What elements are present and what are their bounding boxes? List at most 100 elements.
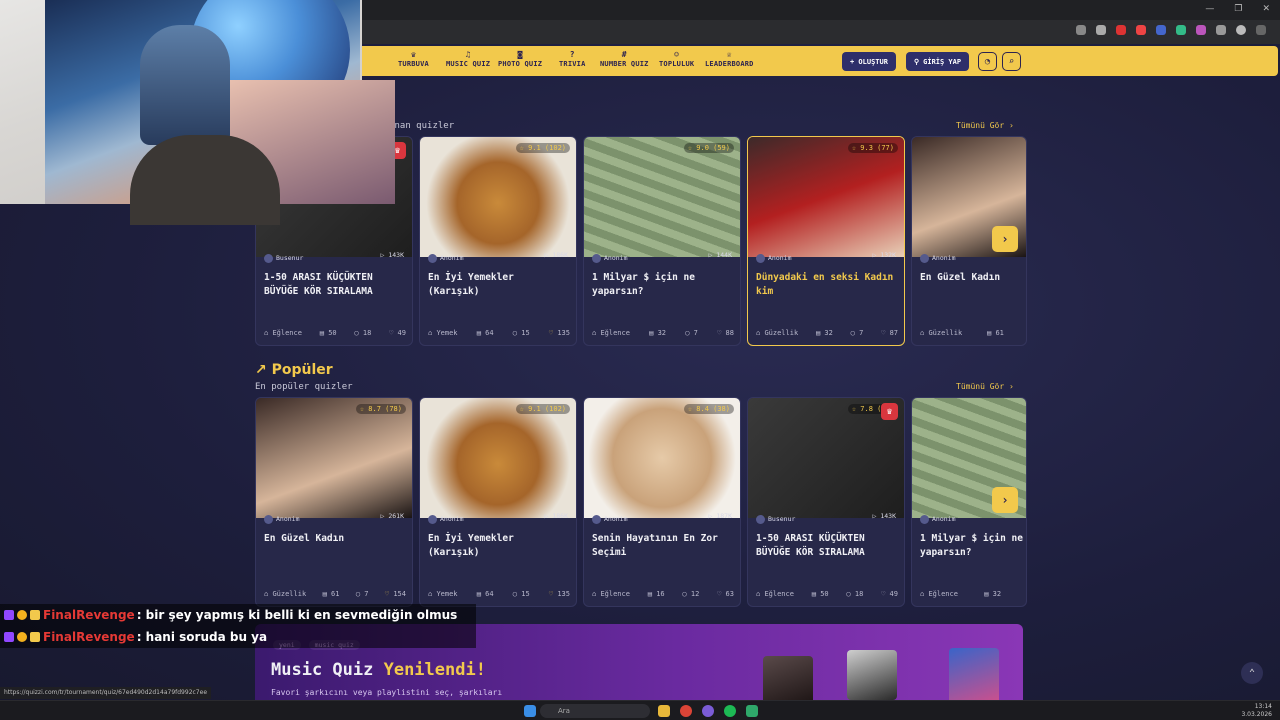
like-count: ♡ 154 <box>384 590 406 598</box>
question-count: ▤ 32 <box>984 590 1002 598</box>
users-icon: ☺ <box>674 50 680 59</box>
badge-icon <box>17 632 27 642</box>
card-stats: ⌂ Yemek ▤ 64 ◯ 15 ♡ 135 <box>428 590 570 598</box>
card-meta: Anonim ▷ 186K <box>420 251 576 265</box>
quiz-title[interactable]: En Güzel Kadın <box>264 532 406 546</box>
close-icon[interactable]: ✕ <box>1262 4 1270 14</box>
list-icon: ▤ <box>476 329 486 337</box>
scroll-to-top-button[interactable]: ⌃ <box>1241 662 1263 684</box>
play-count: ▷ 144K <box>708 251 732 259</box>
quiz-card[interactable]: ☆ 8.7 (78) Anonim ▷ 261K En Güzel Kadın … <box>255 397 413 607</box>
carousel-next-button[interactable]: › <box>992 226 1018 252</box>
nav-leaderboard[interactable]: ♕ LEADERBOARD <box>705 50 754 68</box>
quiz-title[interactable]: 1-50 ARASI KÜÇÜKTEN BÜYÜĞE KÖR SIRALAMA <box>264 271 406 299</box>
album-cover-image <box>949 648 999 700</box>
chrome-icon[interactable] <box>680 705 692 717</box>
see-all-link[interactable]: Tümünü Gör › <box>956 121 1014 130</box>
app-icon[interactable] <box>702 705 714 717</box>
see-all-link[interactable]: Tümünü Gör › <box>956 382 1014 391</box>
like-count: ♡ 87 <box>881 329 898 337</box>
badge-icon <box>30 632 40 642</box>
login-button[interactable]: ⚲ GİRİŞ YAP <box>906 52 970 71</box>
extension-icon[interactable] <box>1216 25 1226 35</box>
extension-icon[interactable] <box>1116 25 1126 35</box>
menu-icon[interactable] <box>1256 25 1266 35</box>
music-icon: ♫ <box>465 50 471 59</box>
notification-bell-icon[interactable]: ◔ <box>978 52 997 71</box>
quiz-card[interactable]: ☆ 9.1 (102) Anonim ▷ 186K En İyi Yemekle… <box>419 136 577 346</box>
card-stats: ⌂ Eğlence ▤ 50 ◯ 18 ♡ 49 <box>756 590 898 598</box>
quiz-card[interactable]: ☆ 9.1 (102) Anonim ▷ 186K En İyi Yemekle… <box>419 397 577 607</box>
minimize-icon[interactable]: — <box>1205 4 1214 14</box>
play-count: ▷ 143K <box>872 512 896 520</box>
crown-icon: ♕ <box>726 50 732 59</box>
quiz-title[interactable]: En Güzel Kadın <box>920 271 1026 285</box>
nav-trivia[interactable]: ? TRIVIA <box>559 50 586 68</box>
card-stats: ⌂ Eğlence ▤ 16 ◯ 12 ♡ 63 <box>592 590 734 598</box>
app-icon[interactable] <box>746 705 758 717</box>
extension-icon[interactable] <box>1136 25 1146 35</box>
quiz-card[interactable]: ☆ 9.0 (59) Anonim ▷ 144K 1 Milyar $ için… <box>583 136 741 346</box>
play-count: ▷ 186K <box>544 512 568 520</box>
search-icon[interactable]: ⌕ <box>1002 52 1021 71</box>
chat-text: : hani soruda bu ya <box>136 630 268 644</box>
category-label: ⌂ Güzellik <box>756 329 799 337</box>
badge-icon <box>4 632 14 642</box>
play-count: ▷ 186K <box>544 251 568 259</box>
quiz-card[interactable]: ☆ 9.3 (77) Anonim ▷ 132K Dünyadaki en se… <box>747 136 905 346</box>
carousel-next-button[interactable]: › <box>992 487 1018 513</box>
create-button[interactable]: + OLUŞTUR <box>842 52 896 71</box>
category-label: ⌂ Eğlence <box>592 590 630 598</box>
extension-icon[interactable] <box>1096 25 1106 35</box>
comment-icon: ◯ <box>685 329 694 337</box>
nav-topluluk[interactable]: ☺ TOPLULUK <box>659 50 694 68</box>
play-count: ▷ 187K <box>708 512 732 520</box>
extension-icon[interactable] <box>1176 25 1186 35</box>
nav-number-quiz[interactable]: # NUMBER QUIZ <box>600 50 649 68</box>
nav-photo-quiz[interactable]: ◙ PHOTO QUIZ <box>498 50 542 68</box>
comment-icon: ◯ <box>850 329 860 337</box>
avatar <box>920 514 929 524</box>
play-count: ▷ 132K <box>872 251 896 259</box>
user-icon: ⚲ <box>914 57 920 66</box>
avatar <box>264 514 273 524</box>
maximize-icon[interactable]: ❐ <box>1234 4 1242 14</box>
quiz-card[interactable]: ☆ 7.8 (56) ♛ Busenur ▷ 143K 1-50 ARASI K… <box>747 397 905 607</box>
card-meta: Anonim ▷ 132K <box>748 251 904 265</box>
card-stats: ⌂ Güzellik ▤ 32 ◯ 7 ♡ 87 <box>756 329 898 337</box>
quiz-title[interactable]: 1-50 ARASI KÜÇÜKTEN BÜYÜĞE KÖR SIRALAMA <box>756 532 898 560</box>
profile-icon[interactable] <box>1236 25 1246 35</box>
nav-music-quiz[interactable]: ♫ MUSIC QUIZ <box>446 50 490 68</box>
spotify-icon[interactable] <box>724 705 736 717</box>
quiz-title[interactable]: En İyi Yemekler (Karışık) <box>428 271 570 299</box>
taskbar-search-input[interactable]: Ara <box>540 704 650 718</box>
avatar <box>756 514 765 524</box>
quiz-title[interactable]: En İyi Yemekler (Karışık) <box>428 532 570 560</box>
system-tray-clock[interactable]: 13:14 3.03.2026 <box>1241 703 1272 719</box>
quiz-card[interactable]: ☆ 8.4 (38) Anonim ▷ 187K Senin Hayatının… <box>583 397 741 607</box>
question-count: ▤ 64 <box>476 329 494 337</box>
quiz-thumbnail-image <box>256 398 412 518</box>
quiz-title[interactable]: 1 Milyar $ için ne yaparsın? <box>920 532 1026 560</box>
comment-count: ◯ 12 <box>682 590 700 598</box>
extension-icon[interactable] <box>1156 25 1166 35</box>
quiz-title[interactable]: Dünyadaki en seksi Kadın kim <box>756 271 898 299</box>
like-count: ♡ 49 <box>881 590 898 598</box>
nav-turbuva[interactable]: ♛ TURBUVA <box>398 50 429 68</box>
windows-start-icon[interactable] <box>524 705 536 717</box>
card-meta: Anonim <box>912 512 1026 526</box>
avatar <box>264 253 273 263</box>
top-navbar: ♛ TURBUVA ♫ MUSIC QUIZ ◙ PHOTO QUIZ ? TRIVIA… <box>360 46 1278 76</box>
author: Busenur <box>756 512 795 526</box>
quiz-title[interactable]: 1 Milyar $ için ne yaparsın? <box>592 271 734 299</box>
file-explorer-icon[interactable] <box>658 705 670 717</box>
window-controls: — ❐ ✕ <box>1205 4 1270 14</box>
card-stats: ⌂ Eğlence ▤ 50 ◯ 18 ♡ 49 <box>264 329 406 337</box>
extension-icon[interactable] <box>1196 25 1206 35</box>
trophy-icon: ♛ <box>410 50 416 59</box>
quiz-title[interactable]: Senin Hayatının En Zor Seçimi <box>592 532 734 560</box>
badge-icon <box>4 610 14 620</box>
avatar <box>920 253 929 263</box>
star-icon[interactable] <box>1076 25 1086 35</box>
stream-chat-overlay: FinalRevenge : bir şey yapmış ki belli k… <box>0 604 476 648</box>
